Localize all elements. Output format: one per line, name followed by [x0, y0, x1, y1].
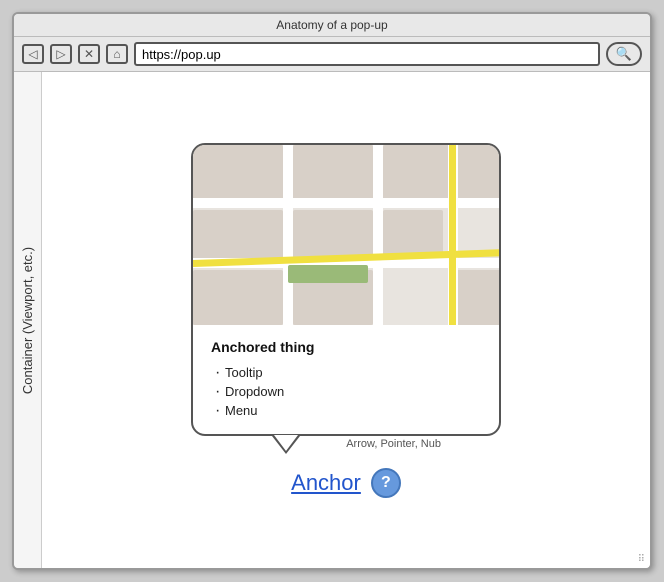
content-area: Container (Viewport, etc.) — [14, 72, 650, 568]
title-bar: Anatomy of a pop-up — [14, 14, 650, 37]
window-title: Anatomy of a pop-up — [276, 18, 387, 32]
browser-window: Anatomy of a pop-up ◁ ▷ ✕ ⌂ 🔍 Container … — [12, 12, 652, 570]
list-item: Menu — [211, 401, 481, 420]
search-button[interactable]: 🔍 — [606, 42, 642, 66]
arrow-area: Arrow, Pointer, Nub — [191, 436, 501, 454]
popup-list: Tooltip Dropdown Menu — [211, 363, 481, 420]
back-button[interactable]: ◁ — [22, 44, 44, 64]
help-icon: ? — [381, 474, 391, 492]
search-icon: 🔍 — [616, 46, 632, 62]
popup-container: Anchored thing Tooltip Dropdown Menu Arr… — [191, 143, 501, 498]
address-bar[interactable] — [134, 42, 600, 66]
anchor-row: Anchor ? — [291, 468, 401, 498]
main-content: Anchored thing Tooltip Dropdown Menu Arr… — [42, 72, 650, 568]
map-area — [193, 145, 499, 325]
sidebar: Container (Viewport, etc.) — [14, 72, 42, 568]
list-item: Dropdown — [211, 382, 481, 401]
close-button[interactable]: ✕ — [78, 44, 100, 64]
toolbar: ◁ ▷ ✕ ⌂ 🔍 — [14, 37, 650, 72]
forward-button[interactable]: ▷ — [50, 44, 72, 64]
anchor-link[interactable]: Anchor — [291, 470, 361, 496]
sidebar-label: Container (Viewport, etc.) — [20, 246, 35, 393]
resize-handle[interactable]: ⠿ — [638, 555, 645, 565]
help-button[interactable]: ? — [371, 468, 401, 498]
list-item: Tooltip — [211, 363, 481, 382]
popup-title: Anchored thing — [211, 339, 481, 355]
popup-arrow — [272, 436, 300, 454]
arrow-label: Arrow, Pointer, Nub — [346, 438, 441, 450]
home-button[interactable]: ⌂ — [106, 44, 128, 64]
popup-box: Anchored thing Tooltip Dropdown Menu — [191, 143, 501, 436]
popup-info: Anchored thing Tooltip Dropdown Menu — [193, 325, 499, 434]
